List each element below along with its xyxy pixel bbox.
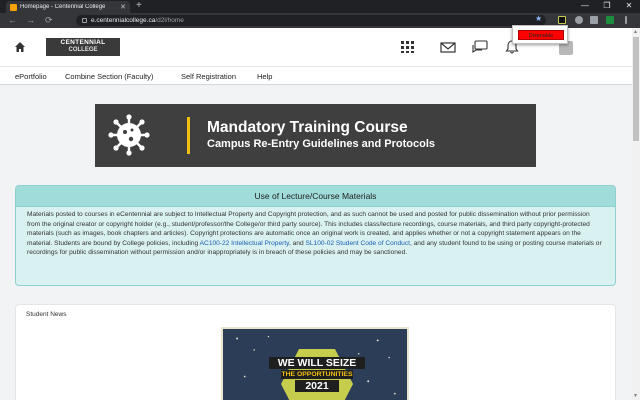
nav-item-help[interactable]: Help bbox=[257, 72, 272, 81]
mail-icon[interactable] bbox=[440, 40, 456, 54]
news-poster-image[interactable]: WE WILL SEIZE THE OPPORTUNITIES 2021 bbox=[221, 327, 409, 400]
banner-subtitle: Campus Re-Entry Guidelines and Protocols bbox=[207, 138, 435, 150]
poster-line-3: 2021 bbox=[295, 380, 339, 392]
poster-line-1: WE WILL SEIZE bbox=[269, 357, 365, 369]
banner-accent-bar bbox=[187, 117, 190, 154]
tab-title: Homepage - Centennial College bbox=[20, 4, 106, 10]
poster-line-2: THE OPPORTUNITIES bbox=[281, 370, 353, 379]
forward-button[interactable]: → bbox=[26, 14, 35, 26]
notice-heading: Use of Lecture/Course Materials bbox=[16, 186, 615, 207]
puzzle-extensions-icon[interactable] bbox=[575, 16, 583, 24]
extension-popup: Disenable bbox=[512, 25, 568, 44]
centennial-logo[interactable]: CENTENNIAL COLLEGE bbox=[46, 38, 120, 56]
scroll-up-arrow-icon[interactable]: ▲ bbox=[633, 29, 638, 35]
chat-icon[interactable] bbox=[472, 40, 488, 54]
scroll-down-arrow-icon[interactable]: ▼ bbox=[633, 393, 638, 399]
virus-icon bbox=[108, 114, 150, 156]
page-scrollbar[interactable]: ▲ ▼ bbox=[632, 28, 640, 400]
notice-body: Materials posted to courses in eCentenni… bbox=[16, 207, 615, 258]
home-icon[interactable] bbox=[14, 41, 26, 53]
browser-tabstrip: Homepage - Centennial College ✕ + — ❐ ✕ bbox=[0, 0, 640, 13]
url-text: e.centennialcollege.ca/d2l/home bbox=[91, 17, 184, 24]
scrollbar-thumb[interactable] bbox=[633, 37, 639, 141]
browser-menu-icon[interactable] bbox=[625, 16, 627, 24]
bookmark-star-icon[interactable]: ★ bbox=[535, 14, 542, 23]
extension-icon[interactable] bbox=[558, 16, 566, 24]
site-navigation: ePortfolio Combine Section (Faculty) Sel… bbox=[0, 67, 632, 85]
logo-line-1: CENTENNIAL bbox=[60, 39, 106, 46]
nav-item-eportfolio[interactable]: ePortfolio bbox=[15, 72, 47, 81]
close-window-button[interactable]: ✕ bbox=[618, 0, 640, 13]
banner-title: Mandatory Training Course bbox=[207, 119, 408, 136]
browser-tab-homepage[interactable]: Homepage - Centennial College ✕ bbox=[6, 1, 130, 13]
minimize-button[interactable]: — bbox=[574, 0, 596, 13]
apps-grid-icon[interactable] bbox=[400, 40, 416, 54]
url-path: /d2l/home bbox=[155, 17, 184, 24]
maximize-button[interactable]: ❐ bbox=[596, 0, 618, 13]
ip-policy-link[interactable]: AC100-22 Intellectual Property bbox=[200, 240, 289, 247]
extension-green-icon[interactable] bbox=[606, 16, 614, 24]
code-of-conduct-link[interactable]: SL100-02 Student Code of Conduct bbox=[305, 240, 409, 247]
new-tab-button[interactable]: + bbox=[136, 0, 142, 12]
tab-close-icon[interactable]: ✕ bbox=[120, 3, 126, 11]
disenable-button[interactable]: Disenable bbox=[518, 30, 564, 40]
widget-title: Student News bbox=[26, 311, 67, 318]
centennial-favicon-icon bbox=[10, 3, 17, 11]
window-controls: — ❐ ✕ bbox=[574, 0, 640, 13]
student-news-widget: Student News WE WILL SEIZE THE OPPORTUNI… bbox=[15, 304, 616, 400]
logo-line-2: COLLEGE bbox=[68, 47, 98, 53]
address-bar[interactable]: e.centennialcollege.ca/d2l/home bbox=[76, 15, 546, 26]
notice-text-part-2: , and bbox=[288, 239, 306, 247]
course-materials-notice: Use of Lecture/Course Materials Material… bbox=[15, 185, 616, 286]
back-button[interactable]: ← bbox=[8, 14, 17, 26]
training-course-banner[interactable]: Mandatory Training Course Campus Re-Entr… bbox=[95, 104, 536, 167]
nav-item-combine-section[interactable]: Combine Section (Faculty) bbox=[65, 72, 153, 81]
reload-button[interactable]: ⟳ bbox=[45, 14, 53, 26]
url-host: e.centennialcollege.ca bbox=[91, 17, 156, 24]
nav-item-self-registration[interactable]: Self Registration bbox=[181, 72, 236, 81]
lock-icon bbox=[82, 18, 87, 23]
extension-list-icon[interactable] bbox=[590, 16, 598, 24]
